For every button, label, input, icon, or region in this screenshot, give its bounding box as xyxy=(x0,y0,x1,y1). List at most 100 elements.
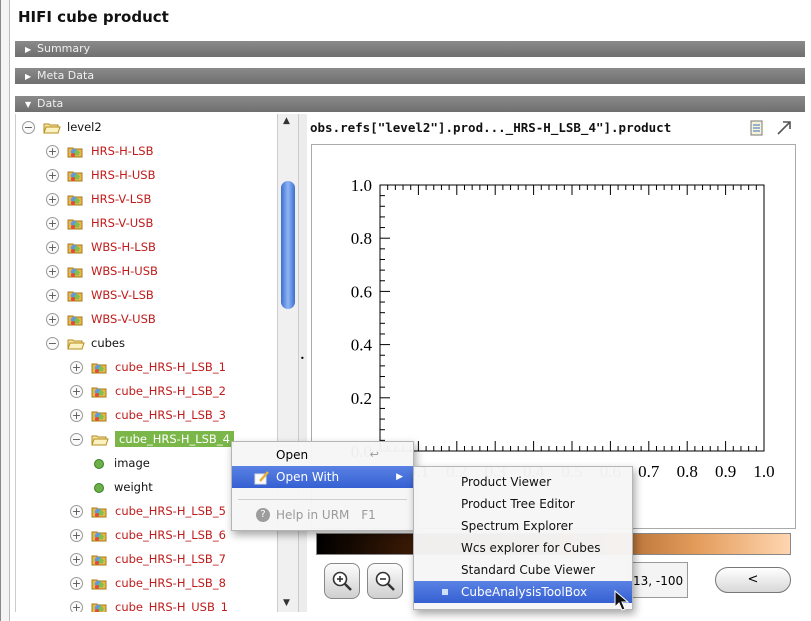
menu-separator xyxy=(238,499,407,500)
tree-row[interactable]: + cube_HRS-H_LSB_1 xyxy=(70,356,226,378)
tree-row[interactable]: + cube_HRS-H_LSB_2 xyxy=(70,380,226,402)
tree-label: cube_HRS-H_LSB_5 xyxy=(115,504,226,518)
product-folder-icon xyxy=(91,506,109,518)
tree-label: cube_HRS-H_LSB_3 xyxy=(115,408,226,422)
expand-toggle-icon[interactable]: + xyxy=(70,577,83,590)
scroll-down-arrow-icon[interactable]: ▼ xyxy=(283,598,290,608)
y-tick-label: 0.2 xyxy=(351,389,372,408)
product-path-header: obs.refs["level2"].prod..._HRS-H_LSB_4"]… xyxy=(310,120,672,135)
page-title: HIFI cube product xyxy=(18,8,169,26)
expand-arrow-icon[interactable] xyxy=(776,120,792,136)
expand-toggle-icon[interactable]: + xyxy=(70,409,83,422)
tree-row[interactable]: + cube_HRS-H_USB_1 xyxy=(70,596,228,612)
collapse-toggle-icon[interactable]: − xyxy=(22,121,35,134)
tree-label: cube_HRS-H_LSB_4 xyxy=(115,431,234,447)
open-folder-icon xyxy=(67,338,85,350)
leaf-node-icon xyxy=(94,482,104,493)
menu-item-help[interactable]: ? Help in URM F1 xyxy=(232,504,413,526)
section-meta-data[interactable]: ▶ Meta Data xyxy=(15,68,805,84)
expand-toggle-icon[interactable]: + xyxy=(46,169,59,182)
section-data[interactable]: ▼ Data xyxy=(15,96,805,112)
menu-item-open[interactable]: Open ↩ xyxy=(232,444,413,466)
expand-toggle-icon[interactable]: + xyxy=(70,553,83,566)
submenu-item[interactable]: CubeAnalysisToolBox xyxy=(414,581,632,603)
open-folder-icon xyxy=(91,434,109,446)
submenu-item[interactable]: Wcs explorer for Cubes xyxy=(414,537,632,559)
tree-row[interactable]: − cubes xyxy=(46,332,125,354)
tree-row[interactable]: + HRS-V-USB xyxy=(46,212,153,234)
product-folder-icon xyxy=(67,170,85,182)
expand-toggle-icon[interactable]: + xyxy=(46,217,59,230)
tree-label: cube_HRS-H_USB_1 xyxy=(115,600,228,612)
tree-row[interactable]: + HRS-H-USB xyxy=(46,164,156,186)
expand-toggle-icon[interactable]: + xyxy=(46,145,59,158)
tree-row[interactable]: + cube_HRS-H_LSB_3 xyxy=(70,404,226,426)
menu-item-open-with[interactable]: Open With ▶ xyxy=(232,466,413,488)
tree-row[interactable]: weight xyxy=(94,476,153,498)
expand-toggle-icon[interactable]: + xyxy=(70,601,83,612)
y-tick-label: 0.4 xyxy=(351,336,373,355)
tree-label: cube_HRS-H_LSB_2 xyxy=(115,384,226,398)
expand-toggle-icon[interactable]: + xyxy=(70,505,83,518)
expand-toggle-icon[interactable]: + xyxy=(70,529,83,542)
tree-row[interactable]: − cube_HRS-H_LSB_4 xyxy=(70,428,234,450)
expanded-triangle-icon: ▼ xyxy=(25,100,32,109)
product-folder-icon xyxy=(91,410,109,422)
zoom-out-button[interactable] xyxy=(367,563,403,599)
open-with-icon xyxy=(254,470,270,492)
tree-row[interactable]: + cube_HRS-H_LSB_7 xyxy=(70,548,226,570)
submenu-item[interactable]: Product Viewer xyxy=(414,471,632,493)
panel-splitter[interactable]: • xyxy=(299,114,307,612)
expand-toggle-icon[interactable]: + xyxy=(46,313,59,326)
submenu-item[interactable]: Product Tree Editor xyxy=(414,493,632,515)
section-summary[interactable]: ▶ Summary xyxy=(15,41,805,57)
expand-toggle-icon[interactable]: + xyxy=(46,265,59,278)
tree-row[interactable]: − level2 xyxy=(22,116,102,138)
back-button[interactable]: < xyxy=(715,567,791,593)
submenu-item-label: Product Viewer xyxy=(461,475,552,489)
tree-row[interactable]: + WBS-H-USB xyxy=(46,260,158,282)
expand-toggle-icon[interactable]: + xyxy=(46,289,59,302)
expand-toggle-icon[interactable]: + xyxy=(70,385,83,398)
tree-label: level2 xyxy=(67,120,102,134)
enter-key-icon: ↩ xyxy=(369,448,379,461)
document-icon[interactable] xyxy=(750,120,764,136)
tree-row[interactable]: + cube_HRS-H_LSB_5 xyxy=(70,500,226,522)
leaf-node-icon xyxy=(94,458,104,469)
zoom-in-button[interactable] xyxy=(324,563,360,599)
submenu-item[interactable]: Spectrum Explorer xyxy=(414,515,632,537)
expand-toggle-icon[interactable]: + xyxy=(46,241,59,254)
tree-row[interactable]: + WBS-H-LSB xyxy=(46,236,156,258)
expand-toggle-icon[interactable]: + xyxy=(46,193,59,206)
x-tick-label: 0.8 xyxy=(677,462,698,481)
tree-row[interactable]: + HRS-V-LSB xyxy=(46,188,151,210)
open-folder-icon xyxy=(43,122,61,134)
submenu-item[interactable]: Standard Cube Viewer xyxy=(414,559,632,581)
tree-row[interactable]: + cube_HRS-H_LSB_8 xyxy=(70,572,226,594)
help-shortcut-label: F1 xyxy=(361,508,376,522)
y-tick-label: 0.6 xyxy=(351,282,372,301)
expand-toggle-icon[interactable]: + xyxy=(70,361,83,374)
collapse-toggle-icon[interactable]: − xyxy=(70,433,83,446)
product-folder-icon xyxy=(67,314,85,326)
x-tick-label: 0.7 xyxy=(638,462,660,481)
tree-row[interactable]: + HRS-H-LSB xyxy=(46,140,153,162)
tree-row[interactable]: + WBS-V-USB xyxy=(46,308,156,330)
tree-label: WBS-H-LSB xyxy=(91,240,156,254)
product-folder-icon xyxy=(91,578,109,590)
tree-label: cubes xyxy=(91,336,125,350)
product-folder-icon xyxy=(67,266,85,278)
tree-label: cube_HRS-H_LSB_6 xyxy=(115,528,226,542)
product-tree: − level2 + HRS-H-LSB + HRS-H-USB + HRS-V-LSB + HR… xyxy=(15,114,278,612)
tree-label: cube_HRS-H_LSB_1 xyxy=(115,360,226,374)
scroll-up-arrow-icon[interactable]: ▲ xyxy=(283,116,290,126)
tree-row[interactable]: + WBS-V-LSB xyxy=(46,284,154,306)
scrollbar-thumb[interactable] xyxy=(281,181,295,309)
context-menu: Open ↩ Open With ▶ ? Help in URM F1 xyxy=(231,441,414,531)
collapse-toggle-icon[interactable]: − xyxy=(46,337,59,350)
tree-row[interactable]: image xyxy=(94,452,150,474)
pixel-coordinate-readout: 13, -100 xyxy=(628,562,688,598)
tree-scrollbar[interactable]: ▲ ▼ xyxy=(277,114,299,612)
section-data-label: Data xyxy=(37,97,64,110)
tree-row[interactable]: + cube_HRS-H_LSB_6 xyxy=(70,524,226,546)
